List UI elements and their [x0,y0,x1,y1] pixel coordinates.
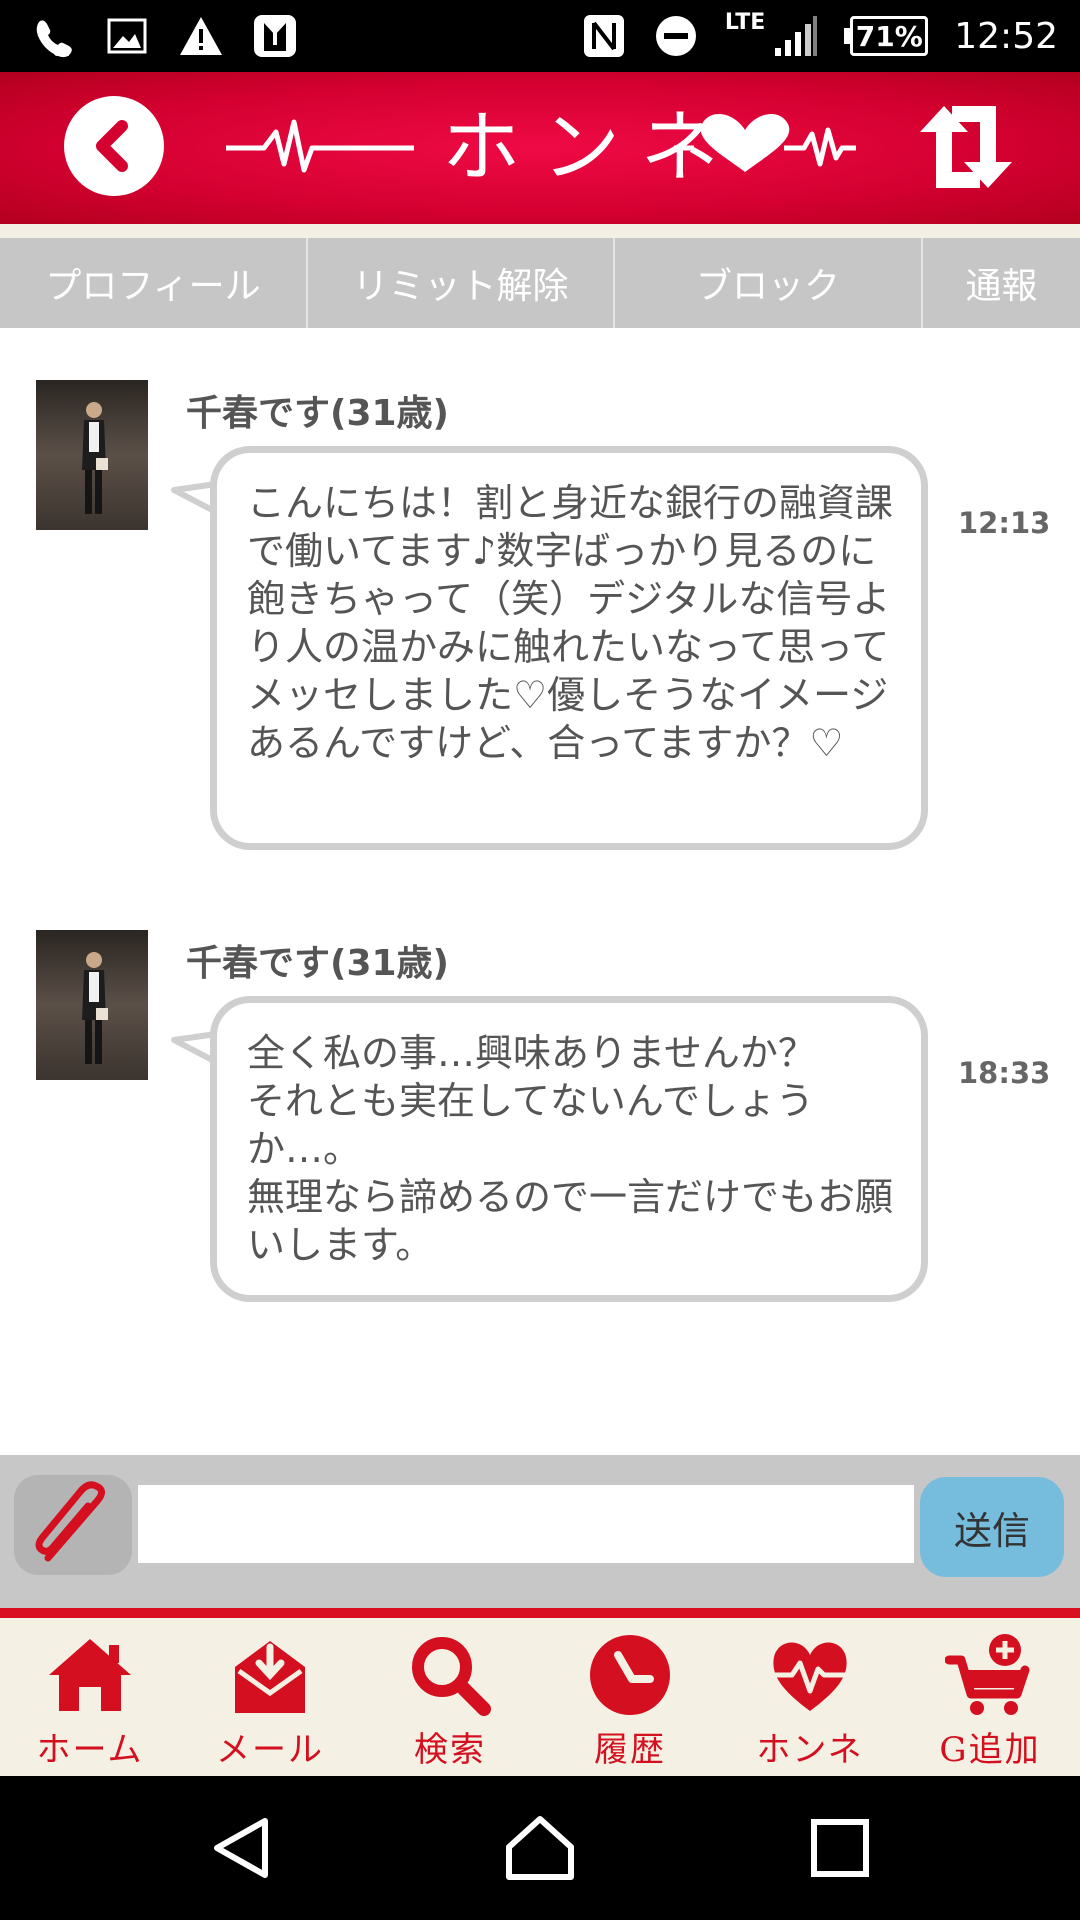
cart-add-icon [942,1632,1038,1718]
nav-honne[interactable]: ホンネ [720,1618,900,1776]
tab-block[interactable]: ブロック [615,238,923,328]
composer-bar: 送信 [0,1455,1080,1608]
header-divider [0,224,1080,238]
message-time: 12:13 [958,506,1051,540]
message-bubble: 全く私の事…興味ありませんか？ それとも実在してないんでしょうか…。 無理なら諦… [210,996,928,1302]
tab-report[interactable]: 通報 [923,238,1080,328]
message-time: 18:33 [958,1056,1051,1090]
heart-pulse-icon [762,1632,858,1718]
back-button[interactable] [64,96,164,196]
signal-icon [773,13,819,59]
system-recents-button[interactable] [800,1808,880,1888]
house-outline-icon [506,1816,574,1880]
wifi-calling-icon: ON [30,13,76,59]
app-title: ホンネ [442,103,740,193]
avatar-photo [82,402,108,514]
sender-name: 千春です(31歳) [186,393,450,434]
svg-text:ON: ON [53,46,70,58]
tab-profile[interactable]: プロフィール [0,238,308,328]
refresh-button[interactable] [914,102,1018,192]
attach-button[interactable] [14,1475,132,1575]
nav-label: 検索 [414,1730,486,1770]
sender-avatar[interactable] [36,930,148,1080]
network-type: LTE [724,9,766,35]
app-logo: ホンネ [224,92,856,202]
nav-history[interactable]: 履歴 [540,1618,720,1776]
nav-mailbox[interactable]: メールBOX [180,1618,360,1811]
tab-limit-release[interactable]: リミット解除 [308,238,615,328]
image-icon [104,13,150,59]
do-not-disturb-icon [653,13,699,59]
nav-g-add[interactable]: G追加 [900,1618,1080,1776]
nfc-icon [581,13,627,59]
system-back-button[interactable] [200,1808,280,1888]
battery-icon: 71% [844,16,929,56]
send-button[interactable]: 送信 [920,1477,1064,1577]
message-bubble: こんにちは！割と身近な銀行の融資課で働いてます♪数字ばっかり見るのに飽きちゃって… [210,446,928,850]
clock-icon [582,1632,678,1718]
nav-label: 履歴 [594,1730,666,1770]
nav-label: G追加 [939,1730,1041,1770]
home-icon [42,1632,138,1718]
battery-level: 71% [850,16,929,56]
nav-label: ホンネ [756,1730,864,1770]
refresh-arrows-icon [920,106,1012,188]
avatar-photo [82,952,108,1064]
action-tabs: プロフィール リミット解除 ブロック 通報 [0,238,1080,328]
app-icon [252,13,298,59]
warning-icon [178,13,224,59]
chevron-left-icon [96,120,128,172]
search-icon [402,1632,498,1718]
paperclip-icon [35,1481,105,1562]
message-input[interactable] [138,1485,914,1563]
square-recents-icon [811,1819,869,1877]
app-header: ホンネ [0,72,1080,224]
nav-divider [0,1608,1080,1618]
system-home-button[interactable] [500,1808,580,1888]
sender-avatar[interactable] [36,380,148,530]
status-bar: ON LTE 71% 12:52 [0,0,1080,72]
system-nav-bar [0,1776,1080,1920]
nav-search[interactable]: 検索 [360,1618,540,1776]
bottom-nav: ホーム メールBOX 検索 履歴 ホンネ G追加 [0,1618,1080,1811]
nav-home[interactable]: ホーム [0,1618,180,1776]
sender-name: 千春です(31歳) [186,943,450,984]
nav-label: ホーム [36,1730,144,1770]
mail-box-icon [222,1632,318,1718]
triangle-back-icon [214,1818,268,1878]
status-clock: 12:52 [954,15,1058,57]
